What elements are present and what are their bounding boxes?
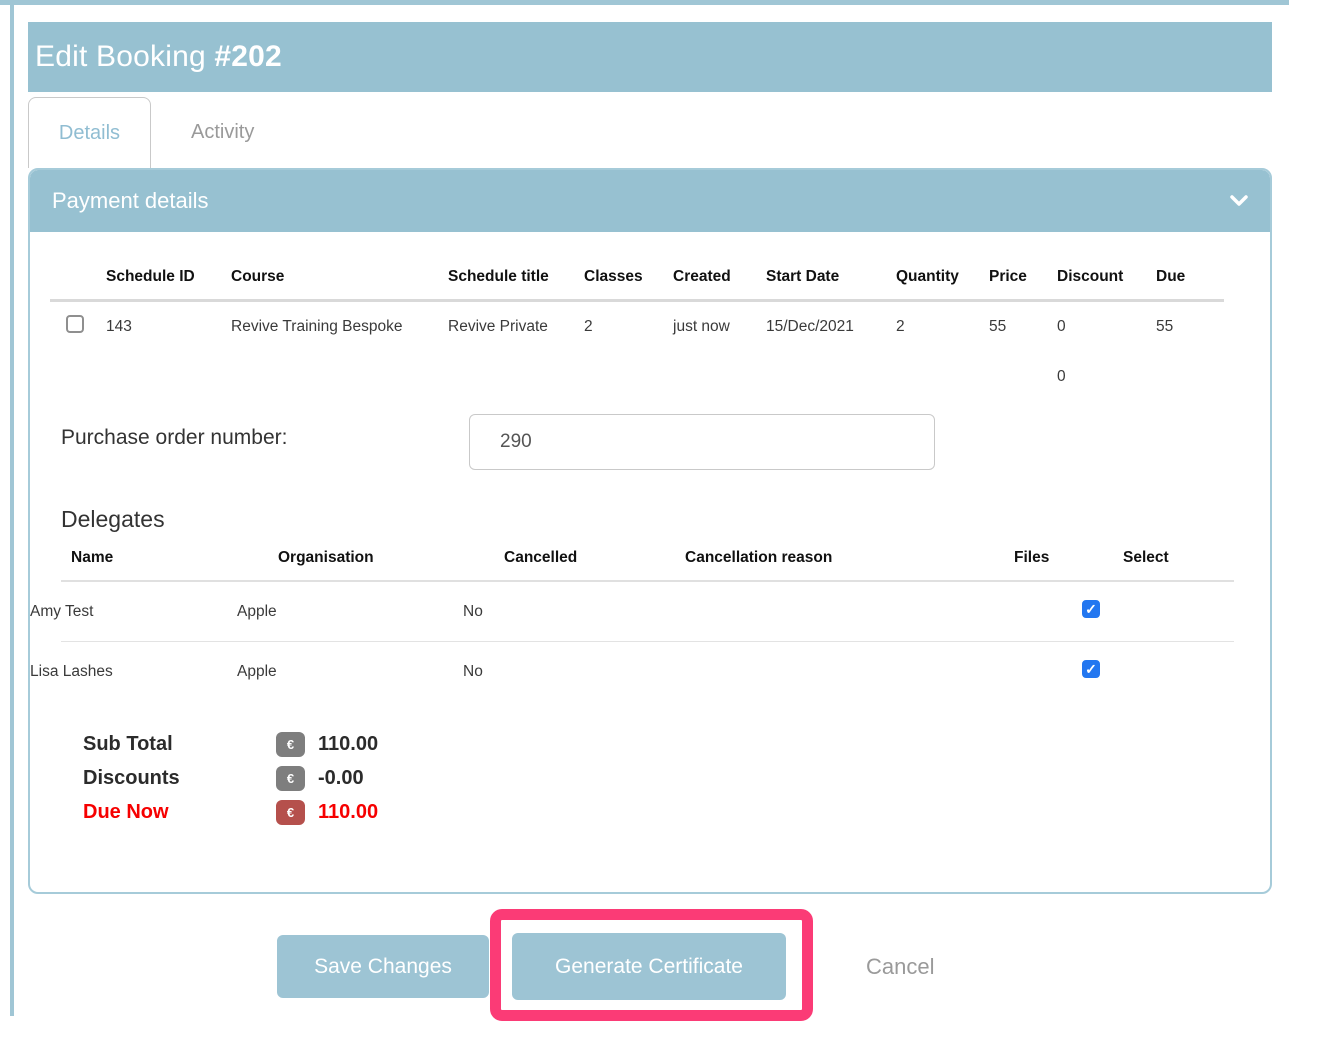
delegate-row: Lisa Lashes Apple No	[30, 642, 1270, 701]
page-header: Edit Booking #202	[28, 22, 1272, 92]
schedule-row-checkbox[interactable]	[66, 315, 84, 333]
delegates-heading: Delegates	[61, 506, 1270, 533]
col-organisation: Organisation	[278, 549, 504, 567]
cell-delegate-organisation: Apple	[237, 663, 463, 681]
payment-details-panel: Payment details Schedule ID Course Sched…	[28, 168, 1272, 894]
col-schedule-title: Schedule title	[448, 268, 584, 286]
cell-delegate-select	[1082, 600, 1270, 623]
delegate-row: Amy Test Apple No	[30, 582, 1270, 641]
delegates-table-header: Name Organisation Cancelled Cancellation…	[30, 549, 1270, 567]
subtotal-label: Sub Total	[83, 733, 276, 756]
cell-classes: 2	[584, 318, 673, 336]
cell-quantity: 2	[896, 318, 989, 336]
euro-icon: €	[276, 800, 305, 825]
tab-details[interactable]: Details	[28, 97, 151, 168]
payment-table-row: 143 Revive Training Bespoke Revive Priva…	[30, 315, 1270, 338]
cell-delegate-select	[1082, 660, 1270, 683]
cell-delegate-organisation: Apple	[237, 603, 463, 621]
payment-details-title: Payment details	[52, 188, 209, 214]
booking-number: #202	[214, 40, 282, 73]
col-due: Due	[1156, 268, 1270, 286]
due-now-value: 110.00	[318, 801, 378, 824]
col-created: Created	[673, 268, 766, 286]
edit-booking-page: Edit Booking #202 Details Activity Payme…	[0, 0, 1328, 1062]
tab-activity[interactable]: Activity	[151, 97, 294, 168]
cell-delegate-cancelled: No	[463, 603, 644, 621]
tab-bar: Details Activity	[28, 97, 1272, 168]
page-title: Edit Booking #202	[35, 40, 282, 74]
cell-price: 55	[989, 318, 1057, 336]
col-cancelled: Cancelled	[504, 549, 685, 567]
due-now-row: Due Now € 110.00	[83, 795, 1270, 829]
cell-course: Revive Training Bespoke	[231, 318, 448, 336]
action-bar: Save Changes Generate Certificate Cancel	[277, 933, 1272, 1000]
chevron-down-icon[interactable]	[1230, 195, 1248, 207]
delegate-select-checkbox[interactable]	[1082, 660, 1100, 678]
totals-block: Sub Total € 110.00 Discounts € -0.00 Due…	[83, 727, 1270, 829]
cell-delegate-cancelled: No	[463, 663, 644, 681]
tab-details-label: Details	[59, 122, 120, 145]
col-files: Files	[1014, 549, 1123, 567]
cell-discount: 0	[1057, 318, 1156, 336]
discounts-row: Discounts € -0.00	[83, 761, 1270, 795]
cell-total-discount: 0	[1057, 368, 1156, 386]
save-changes-button[interactable]: Save Changes	[277, 935, 489, 998]
due-now-label: Due Now	[83, 801, 276, 824]
cell-delegate-name: Amy Test	[30, 603, 237, 621]
cell-start-date: 15/Dec/2021	[766, 318, 896, 336]
purchase-order-input[interactable]	[469, 414, 935, 470]
row-select-cell	[66, 315, 106, 338]
generate-certificate-button[interactable]: Generate Certificate	[512, 933, 786, 1000]
main-container: Edit Booking #202 Details Activity Payme…	[28, 22, 1272, 1000]
cancel-link[interactable]: Cancel	[866, 954, 934, 980]
page-title-text: Edit Booking	[35, 40, 214, 73]
euro-icon: €	[276, 766, 305, 791]
subtotal-row: Sub Total € 110.00	[83, 727, 1270, 761]
payment-table-divider	[50, 299, 1224, 302]
col-select: Select	[1123, 549, 1270, 567]
purchase-order-row: Purchase order number:	[61, 414, 1270, 470]
subtotal-value: 110.00	[318, 733, 378, 756]
col-cancellation-reason: Cancellation reason	[685, 549, 1014, 567]
delegate-select-checkbox[interactable]	[1082, 600, 1100, 618]
payment-table-header: Schedule ID Course Schedule title Classe…	[30, 268, 1270, 286]
cell-schedule-title: Revive Private	[448, 318, 584, 336]
col-course: Course	[231, 268, 448, 286]
discounts-value: -0.00	[318, 767, 364, 790]
col-name: Name	[71, 549, 278, 567]
payment-details-header: Payment details	[30, 170, 1270, 232]
discounts-label: Discounts	[83, 767, 276, 790]
col-price: Price	[989, 268, 1057, 286]
tab-activity-label: Activity	[191, 121, 254, 144]
page-left-border	[10, 0, 14, 1016]
purchase-order-label: Purchase order number:	[61, 414, 469, 450]
euro-icon: €	[276, 732, 305, 757]
col-quantity: Quantity	[896, 268, 989, 286]
cell-delegate-name: Lisa Lashes	[30, 663, 237, 681]
col-discount: Discount	[1057, 268, 1156, 286]
col-schedule-id: Schedule ID	[106, 268, 231, 286]
cell-schedule-id: 143	[106, 318, 231, 336]
col-start-date: Start Date	[766, 268, 896, 286]
cell-due: 55	[1156, 318, 1270, 336]
payment-table-totals-row: 0	[30, 368, 1270, 386]
col-classes: Classes	[584, 268, 673, 286]
cell-created: just now	[673, 318, 766, 336]
page-top-border	[0, 0, 1289, 5]
